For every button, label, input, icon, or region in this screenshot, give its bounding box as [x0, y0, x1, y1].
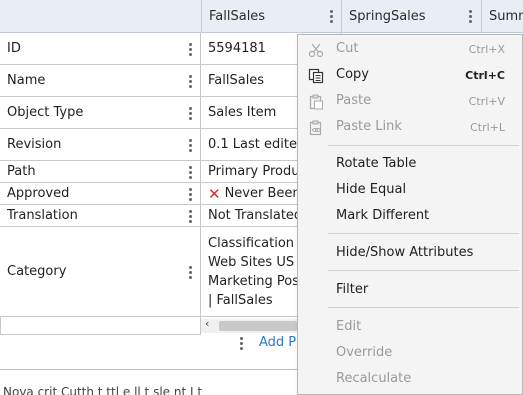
- menu-item-copy[interactable]: Copy Ctrl+C: [298, 64, 522, 88]
- row-menu-icon[interactable]: [236, 337, 246, 352]
- row-label: Category: [0, 227, 201, 316]
- row-menu-icon[interactable]: [185, 107, 195, 122]
- empty-cell: [0, 317, 201, 335]
- column-menu-icon[interactable]: [326, 10, 336, 25]
- paste-icon: [309, 94, 323, 110]
- row-menu-icon[interactable]: [185, 75, 195, 90]
- attribute-column-header: [0, 0, 201, 33]
- row-label: Path: [0, 161, 201, 182]
- menu-item-paste-link[interactable]: Paste Link Ctrl+L: [298, 116, 522, 140]
- column-header-fallsales[interactable]: FallSales: [201, 0, 341, 33]
- scissors-icon: [308, 43, 324, 58]
- menu-separator: [328, 270, 519, 271]
- menu-item-filter[interactable]: Filter: [298, 279, 522, 303]
- menu-item-hide-equal[interactable]: Hide Equal: [298, 179, 522, 203]
- row-menu-icon[interactable]: [185, 266, 195, 281]
- column-header-springsales[interactable]: SpringSales: [341, 0, 481, 33]
- column-header-summary[interactable]: Summ: [481, 0, 523, 33]
- row-menu-icon[interactable]: [185, 166, 195, 181]
- status-text: Nova crit Cutth t ttl e ll t sle nt I t: [3, 385, 203, 395]
- menu-item-cut[interactable]: Cut Ctrl+X: [298, 38, 522, 62]
- compare-view: FallSales SpringSales Summ ID 5594181 Na…: [0, 0, 523, 395]
- row-label: ID: [0, 33, 201, 64]
- add-link[interactable]: Add P: [259, 335, 296, 350]
- add-row: Add P: [0, 335, 300, 353]
- context-menu: Cut Ctrl+X Copy Ctrl+C Paste Ctrl+V Past…: [297, 34, 523, 395]
- divider: [0, 369, 300, 370]
- row-menu-icon[interactable]: [185, 188, 195, 203]
- row-label: Translation: [0, 205, 201, 226]
- scrollbar-thumb[interactable]: [219, 321, 297, 331]
- row-label: Approved: [0, 183, 201, 204]
- scroll-left-arrow-icon[interactable]: ‹: [205, 317, 209, 330]
- menu-item-mark-different[interactable]: Mark Different: [298, 205, 522, 229]
- grid-header: FallSales SpringSales Summ: [0, 0, 523, 33]
- menu-item-rotate-table[interactable]: Rotate Table: [298, 153, 522, 177]
- row-label: Object Type: [0, 97, 201, 128]
- menu-item-recalculate[interactable]: Recalculate: [298, 368, 522, 392]
- menu-separator: [328, 307, 519, 308]
- row-menu-icon[interactable]: [185, 139, 195, 154]
- row-menu-icon[interactable]: [185, 43, 195, 58]
- row-label: Name: [0, 65, 201, 96]
- error-x-icon: ✕: [208, 184, 221, 203]
- copy-icon: [308, 68, 324, 84]
- menu-item-edit[interactable]: Edit: [298, 316, 522, 340]
- column-menu-icon[interactable]: [465, 10, 475, 25]
- menu-separator: [328, 145, 519, 146]
- menu-separator: [328, 233, 519, 234]
- menu-item-paste[interactable]: Paste Ctrl+V: [298, 90, 522, 114]
- row-label: Revision: [0, 129, 201, 160]
- row-menu-icon[interactable]: [185, 210, 195, 225]
- menu-item-hide-show-attributes[interactable]: Hide/Show Attributes: [298, 242, 522, 266]
- menu-item-override[interactable]: Override: [298, 342, 522, 366]
- paste-link-icon: [309, 120, 322, 136]
